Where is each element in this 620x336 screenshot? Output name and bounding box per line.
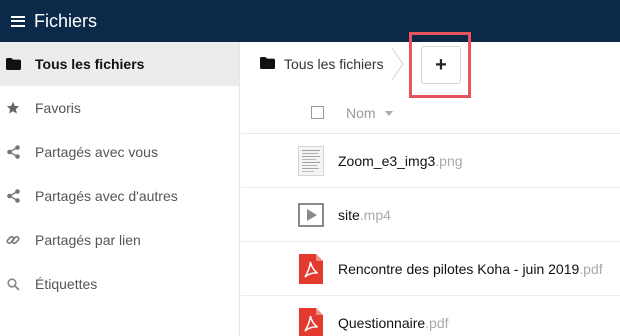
sidebar-item-label: Partagés avec d'autres [35,188,178,204]
sidebar-item-shared-with-you[interactable]: Partagés avec vous [0,130,239,174]
file-extension: .pdf [425,315,449,331]
file-name[interactable]: Questionnaire.pdf [338,315,449,331]
breadcrumb[interactable]: Tous les fichiers [260,56,384,72]
pdf-icon [298,308,324,336]
table-row[interactable]: Zoom_e3_img3.png [241,135,620,188]
file-extension: .png [435,153,463,169]
folder-icon [260,56,275,72]
hamburger-icon[interactable] [0,0,34,42]
file-name[interactable]: site.mp4 [338,207,391,223]
folder-icon [5,56,21,72]
sort-arrow-icon [384,110,393,116]
sidebar-item-label: Partagés par lien [35,232,141,248]
sidebar-item-label: Partagés avec vous [35,144,158,160]
file-name[interactable]: Rencontre des pilotes Koha - juin 2019.p… [338,261,603,277]
sort-by-name[interactable]: Nom [346,105,393,121]
sidebar-item-shared-with-others[interactable]: Partagés avec d'autres [0,174,239,218]
search-icon [5,276,21,292]
sidebar-item-shared-by-link[interactable]: Partagés par lien [0,218,239,262]
sidebar-item-all-files[interactable]: Tous les fichiers [0,42,239,86]
pdf-icon [298,254,324,284]
video-icon [298,200,324,230]
table-header: Nom [241,94,620,134]
breadcrumb-separator [391,48,404,80]
select-all-checkbox[interactable] [311,106,324,119]
breadcrumb-label: Tous les fichiers [284,56,384,72]
add-new-button[interactable]: + [421,46,461,84]
sidebar-item-label: Étiquettes [35,276,98,292]
sidebar-item-label: Tous les fichiers [35,56,145,72]
table-row[interactable]: site.mp4 [241,189,620,242]
add-button-highlight: + [409,32,471,98]
sidebar-item-tags[interactable]: Étiquettes [0,262,239,306]
share-icon [5,188,21,204]
file-list-area: Tous les fichiers + Nom Zoom_e3_img3.png… [241,32,620,336]
share-icon [5,144,21,160]
top-bar: Fichiers [0,0,620,42]
file-name[interactable]: Zoom_e3_img3.png [338,153,463,169]
table-row[interactable]: Rencontre des pilotes Koha - juin 2019.p… [241,243,620,296]
file-extension: .mp4 [359,207,391,223]
app-title[interactable]: Fichiers [34,11,97,32]
sidebar: Tous les fichiers Favoris Partagés avec … [0,42,240,336]
link-icon [5,232,21,248]
file-extension: .pdf [579,261,603,277]
sidebar-item-label: Favoris [35,100,81,116]
column-name-label: Nom [346,105,376,121]
sidebar-item-favorites[interactable]: Favoris [0,86,239,130]
image-thumbnail-icon [298,146,324,176]
table-row[interactable]: Questionnaire.pdf [241,297,620,336]
star-icon [5,100,21,116]
